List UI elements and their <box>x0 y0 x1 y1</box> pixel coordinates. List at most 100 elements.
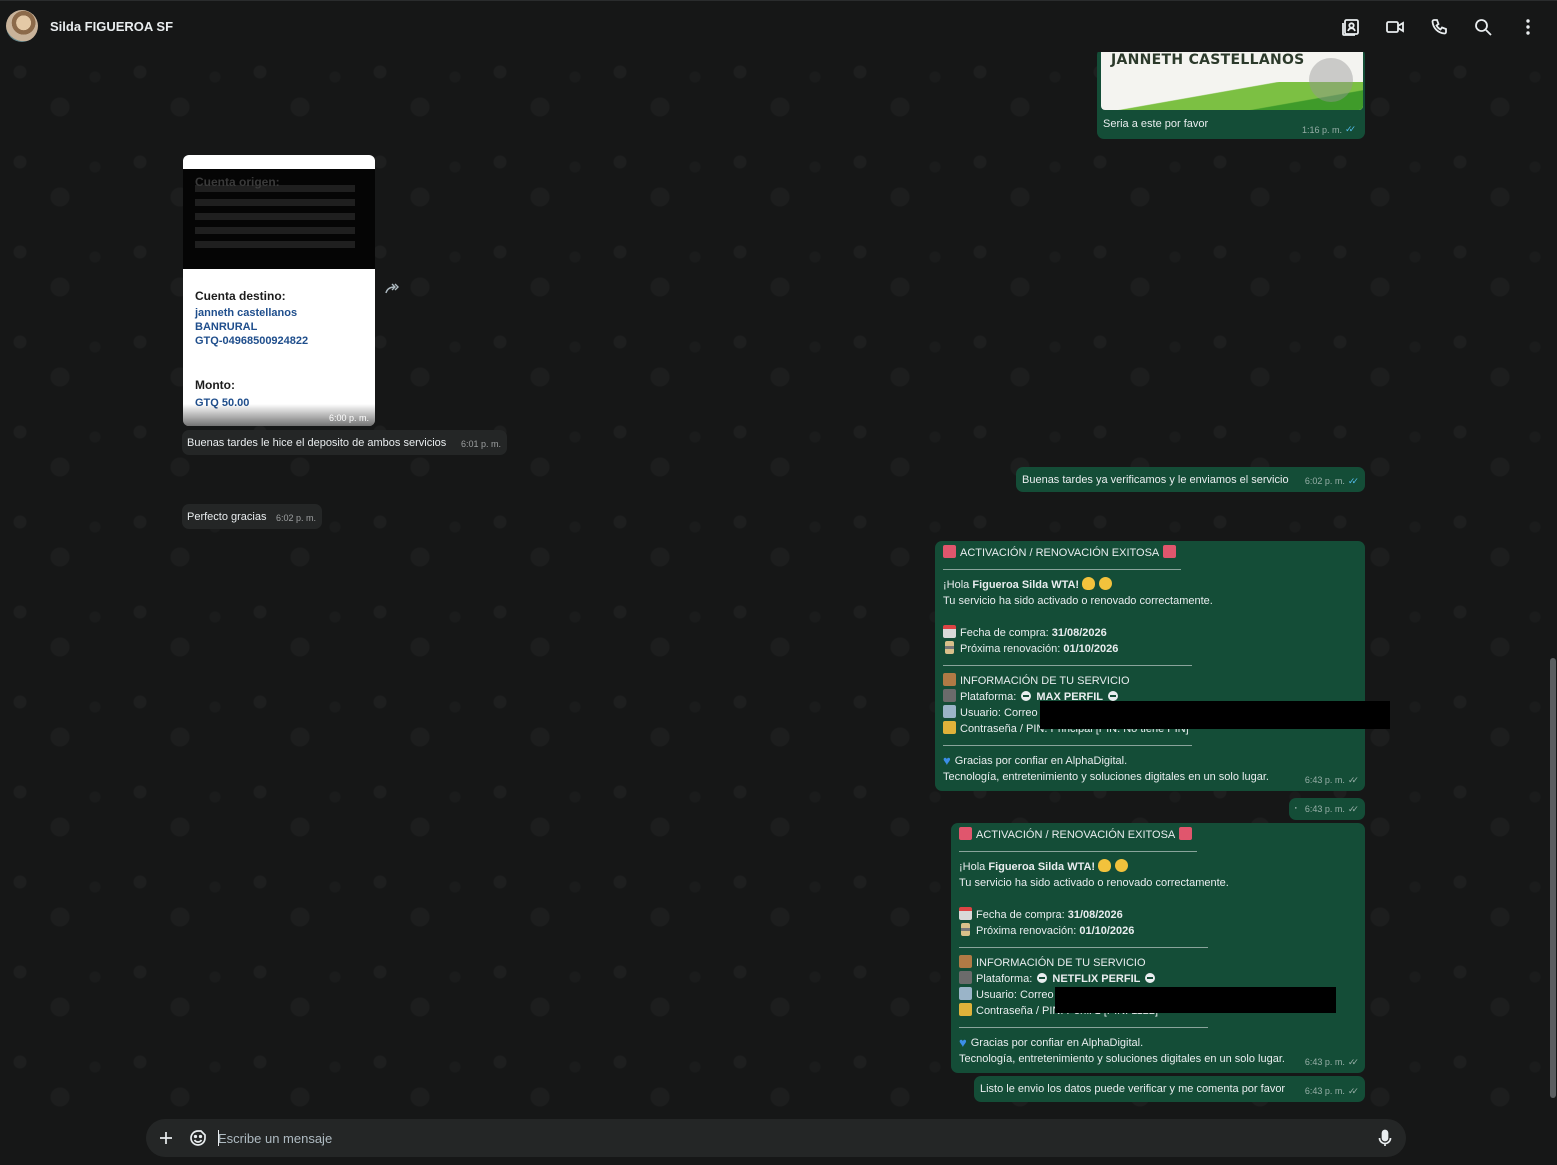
microphone-icon[interactable] <box>1375 1128 1395 1148</box>
chat-scrollbar[interactable] <box>1549 52 1557 1117</box>
message-meta: 6:02 p. m. <box>276 510 316 526</box>
lock-icon <box>959 1003 972 1016</box>
dest-label: Cuenta destino: <box>195 289 286 303</box>
scrollbar-thumb[interactable] <box>1550 658 1556 1098</box>
hourglass-icon <box>945 641 954 654</box>
divider <box>943 745 1192 746</box>
divider <box>959 1027 1208 1028</box>
sticker-icon[interactable] <box>188 1128 208 1148</box>
smile-icon <box>1115 859 1129 872</box>
activation-text: Tu servicio ha sido activado o renovado … <box>959 877 1229 889</box>
activation-title: ACTIVACIÓN / RENOVACIÓN EXITOSA <box>960 547 1160 559</box>
search-icon[interactable] <box>1473 17 1493 37</box>
thanks-text: Gracias por confiar en AlphaDigital. <box>970 1037 1144 1049</box>
package-icon <box>959 955 972 968</box>
outgoing-message[interactable]: · 6:43 p. m. ✓✓ <box>1289 798 1365 820</box>
more-options-icon[interactable] <box>1518 17 1538 37</box>
activation-text: Tu servicio ha sido activado o renovado … <box>943 595 1213 607</box>
contact-card-icon[interactable] <box>1341 17 1361 37</box>
outgoing-message[interactable]: Listo le envio los datos puede verificar… <box>974 1076 1365 1102</box>
delivered-ticks-icon: ✓✓ <box>1347 804 1359 814</box>
message-meta: 6:43 p. m. ✓✓ <box>1305 772 1359 788</box>
message-text: · <box>1294 802 1298 814</box>
message-meta: 6:43 p. m. ✓✓ <box>1305 1054 1359 1070</box>
platform-name: NETFLIX PERFIL <box>1052 973 1141 985</box>
hourglass-icon <box>961 923 970 936</box>
info-title: INFORMACIÓN DE TU SERVICIO <box>960 675 1130 687</box>
image-title: JANNETH CASTELLANOS <box>1111 52 1305 68</box>
divider <box>959 851 1197 852</box>
forward-icon[interactable] <box>384 282 400 296</box>
id-card-icon <box>959 987 972 1000</box>
activation-message[interactable]: ACTIVACIÓN / RENOVACIÓN EXITOSA ¡Hola Fi… <box>951 823 1365 1073</box>
contact-name[interactable]: Silda FIGUEROA SF <box>50 19 173 34</box>
id-card-icon <box>943 705 956 718</box>
ticket-icon <box>959 827 972 840</box>
message-text: Listo le envio los datos puede verificar… <box>980 1083 1286 1095</box>
message-composer <box>146 1119 1406 1157</box>
waving-hand-icon <box>1098 859 1112 872</box>
origin-label: Cuenta origen: <box>195 175 280 189</box>
incoming-message[interactable]: Perfecto gracias 6:02 p. m. <box>182 504 322 529</box>
contact-avatar[interactable] <box>6 10 38 42</box>
message-time: 6:01 p. m. <box>460 439 501 449</box>
minus-circle-icon <box>1145 973 1156 983</box>
amount-label: Monto: <box>195 378 235 392</box>
text-caret <box>218 1130 219 1146</box>
message-input[interactable] <box>218 1128 1358 1148</box>
purchase-date: 31/08/2026 <box>1051 627 1107 639</box>
message-meta: 1:16 p. m. ✓✓ <box>1302 124 1356 135</box>
message-list[interactable]: JANNETH CASTELLANOS Seria a este por fav… <box>0 52 1547 1117</box>
video-call-icon[interactable] <box>1385 17 1405 37</box>
minus-circle-icon <box>1037 973 1048 983</box>
thanks-text: Gracias por confiar en AlphaDigital. <box>954 755 1128 767</box>
info-title: INFORMACIÓN DE TU SERVICIO <box>976 957 1146 969</box>
delivered-ticks-icon: ✓✓ <box>1347 1086 1359 1096</box>
read-ticks-icon: ✓✓ <box>1347 476 1359 486</box>
message-meta: 6:02 p. m. ✓✓ <box>1305 473 1359 489</box>
message-text: Buenas tardes le hice el deposito de amb… <box>187 437 447 449</box>
divider <box>959 947 1208 948</box>
divider <box>943 569 1181 570</box>
customer-name: Figueroa Silda WTA! <box>988 861 1096 873</box>
blue-heart-icon: ♥ <box>943 753 951 768</box>
voice-call-icon[interactable] <box>1429 17 1449 37</box>
delivered-ticks-icon: ✓✓ <box>1347 775 1359 785</box>
activation-title: ACTIVACIÓN / RENOVACIÓN EXITOSA <box>976 829 1176 841</box>
user-label: Usuario: Correo <box>976 989 1054 1001</box>
smile-icon <box>1099 577 1113 590</box>
message-time: 6:00 p. m. <box>328 413 369 423</box>
message-text: Perfecto gracias <box>187 511 267 523</box>
waving-hand-icon <box>1082 577 1096 590</box>
message-time: 6:43 p. m. <box>1304 1086 1345 1096</box>
message-time: 6:02 p. m. <box>1304 476 1345 486</box>
divider <box>943 665 1192 666</box>
user-label: Usuario: Correo <box>960 707 1038 719</box>
read-ticks-icon: ✓✓ <box>1345 124 1356 134</box>
ticket-icon <box>943 545 956 558</box>
activation-message[interactable]: ACTIVACIÓN / RENOVACIÓN EXITOSA ¡Hola Fi… <box>935 541 1365 791</box>
message-time: 6:43 p. m. <box>1304 804 1345 814</box>
shared-image[interactable]: JANNETH CASTELLANOS <box>1101 52 1363 110</box>
tagline-text: Tecnología, entretenimiento y soluciones… <box>959 1053 1285 1065</box>
message-meta: 6:43 p. m. ✓✓ <box>1305 801 1359 817</box>
message-meta: 6:43 p. m. ✓✓ <box>1305 1083 1359 1099</box>
delivered-ticks-icon: ✓✓ <box>1347 1057 1359 1067</box>
outgoing-message[interactable]: Buenas tardes ya verificamos y le enviam… <box>1016 467 1365 492</box>
blue-heart-icon: ♥ <box>959 1035 967 1050</box>
plus-icon[interactable] <box>156 1128 176 1148</box>
receipt-image[interactable]: Cuenta origen: Cuenta destino: janneth c… <box>183 155 375 426</box>
message-text: Seria a este por favor <box>1103 118 1209 130</box>
lock-icon <box>943 721 956 734</box>
redacted-credentials <box>1040 701 1390 729</box>
dest-account: GTQ-04968500924822 <box>195 335 309 347</box>
message-time: 1:16 p. m. <box>1302 124 1343 135</box>
message-time: 6:43 p. m. <box>1304 775 1345 785</box>
chat-header: Silda FIGUEROA SF <box>0 0 1557 52</box>
message-time: 6:43 p. m. <box>1304 1057 1345 1067</box>
incoming-message[interactable]: Buenas tardes le hice el deposito de amb… <box>182 430 507 455</box>
calendar-icon <box>959 907 972 920</box>
renewal-date: 01/10/2026 <box>1079 925 1135 937</box>
ticket-icon <box>1163 545 1177 558</box>
package-icon <box>943 673 956 686</box>
